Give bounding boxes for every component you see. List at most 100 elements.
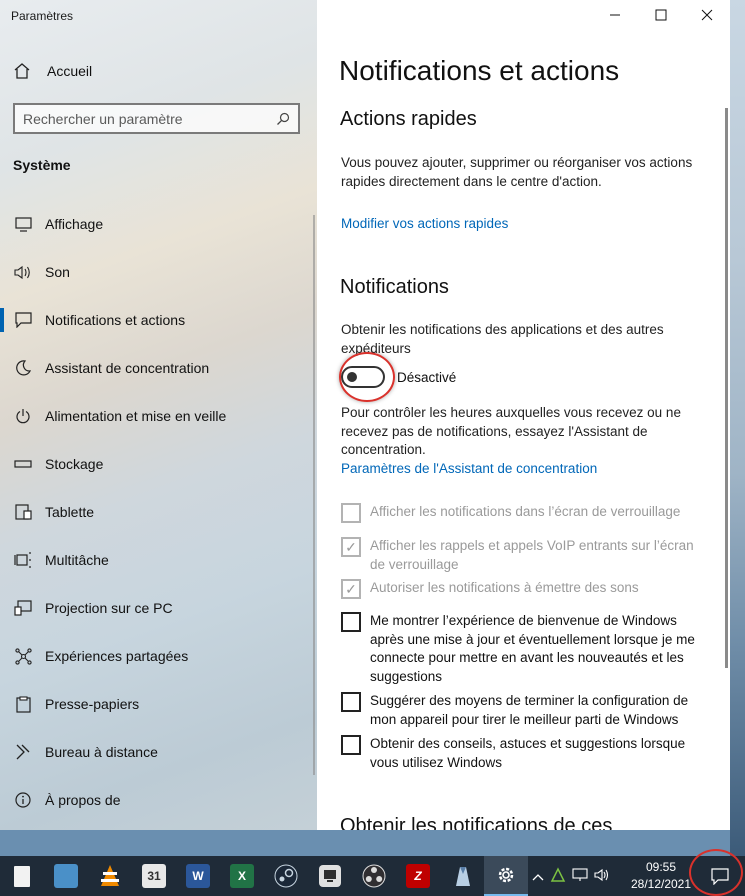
sidebar-item-notifications[interactable]: Notifications et actions [0,298,317,342]
checkbox[interactable] [341,612,361,632]
search-icon[interactable] [276,112,290,126]
content-pane: Notifications et actions Actions rapides… [317,0,730,830]
sidebar-scrollbar[interactable] [313,215,315,775]
next-section-heading: Obtenir les notifications de ces [340,815,613,830]
taskbar: 31 W X Z 09:55 28/12/2021 [0,856,745,896]
notifications-toggle-label: Obtenir les notifications des applicatio… [341,322,664,356]
taskbar-app[interactable]: X [220,856,264,896]
search-input[interactable] [23,110,276,127]
settings-window: Paramètres Accueil Système Affichage Son [0,0,730,830]
checkbox[interactable] [341,735,361,755]
sidebar-item-label: Tablette [45,504,95,520]
home-icon [14,63,30,79]
sidebar-item-son[interactable]: Son [0,250,317,294]
checkbox-row[interactable]: ✓ Autoriser les notifications à émettre … [341,579,711,599]
taskbar-app[interactable] [88,856,132,896]
file-icon [14,865,30,887]
taskbar-app[interactable] [352,856,396,896]
sidebar-item-affichage[interactable]: Affichage [0,202,317,246]
taskbar-app[interactable]: Z [396,856,440,896]
sidebar-item-bureau-distance[interactable]: Bureau à distance [0,730,317,774]
network-icon[interactable] [572,867,588,885]
sidebar-item-a-propos[interactable]: À propos de [0,778,317,822]
sidebar-item-experiences[interactable]: Expériences partagées [0,634,317,678]
sidebar-item-label: Presse-papiers [45,696,140,712]
excel-icon: X [230,864,254,888]
notification-icon [13,311,33,329]
sidebar-item-label: Notifications et actions [45,312,186,328]
taskbar-app-settings[interactable] [484,856,528,896]
photo-app-icon [54,864,78,888]
checkbox[interactable] [341,503,361,523]
minimize-icon [610,14,620,16]
checkbox-label: Suggérer des moyens de terminer la confi… [370,693,689,727]
sidebar-item-label: Expériences partagées [45,648,189,664]
focus-assist-link[interactable]: Paramètres de l'Assistant de concentrati… [341,461,597,476]
checkbox-label: Obtenir des conseils, astuces et suggest… [370,736,686,770]
checkbox-row[interactable]: ✓ Afficher les rappels et appels VoIP en… [341,537,711,574]
home-button[interactable]: Accueil [13,62,92,80]
taskbar-app[interactable] [264,856,308,896]
checkbox-checked[interactable]: ✓ [341,579,361,599]
sidebar-item-tablette[interactable]: Tablette [0,490,317,534]
volume-icon[interactable] [594,868,610,885]
sidebar-item-label: Multitâche [45,552,109,568]
calendar-icon: 31 [142,864,166,888]
taskbar-app[interactable]: 31 [132,856,176,896]
home-label: Accueil [47,63,93,79]
checkbox-row[interactable]: Afficher les notifications dans l’écran … [341,503,711,523]
filezilla-icon: Z [406,864,430,888]
minimize-button[interactable] [592,0,638,30]
word-icon: W [186,864,210,888]
clock-date: 28/12/2021 [630,877,692,891]
remote-icon [319,865,341,887]
sidebar-item-label: Alimentation et mise en veille [45,408,227,424]
taskbar-app[interactable] [44,856,88,896]
checkbox-checked[interactable]: ✓ [341,537,361,557]
checkbox-label: Afficher les notifications dans l’écran … [370,504,681,519]
sidebar-item-concentration[interactable]: Assistant de concentration [0,346,317,390]
settings-icon [498,867,514,883]
taskbar-app[interactable] [0,856,44,896]
system-tray [532,856,610,896]
checkbox-label: Autoriser les notifications à émettre de… [370,580,639,595]
power-icon [13,407,33,425]
toggle-state-label: Désactivé [397,369,457,385]
checkbox-row[interactable]: Me montrer l’expérience de bienvenue de … [341,612,711,686]
vlc-icon [101,865,119,886]
app-title: Paramètres [11,9,74,23]
remote-desktop-icon [13,743,33,761]
info-icon [13,791,33,809]
page-title: Notifications et actions [339,55,620,86]
obs-icon [362,864,386,888]
moon-icon [13,359,33,377]
taskbar-app[interactable]: W [176,856,220,896]
close-button[interactable] [684,0,730,30]
window-controls [592,0,730,30]
taskbar-app[interactable] [308,856,352,896]
sidebar-item-alimentation[interactable]: Alimentation et mise en veille [0,394,317,438]
sidebar-item-label: Assistant de concentration [45,360,210,376]
display-icon [13,215,33,233]
checkbox-label: Afficher les rappels et appels VoIP entr… [370,538,694,572]
checkbox-row[interactable]: Obtenir des conseils, astuces et suggest… [341,735,711,772]
checkbox-row[interactable]: Suggérer des moyens de terminer la confi… [341,692,711,729]
sidebar-item-label: Stockage [45,456,104,472]
clock-time: 09:55 [645,860,677,874]
clock[interactable]: 09:55 28/12/2021 [628,859,694,893]
checkbox[interactable] [341,692,361,712]
maximize-button[interactable] [638,0,684,30]
section-heading: Système [13,157,71,173]
sidebar-item-label: Projection sur ce PC [45,600,173,616]
tray-app-icon[interactable] [550,866,566,886]
sidebar-item-projection[interactable]: Projection sur ce PC [0,586,317,630]
content-scrollbar[interactable] [725,108,728,668]
chevron-up-icon[interactable] [532,869,544,884]
sidebar-item-multitache[interactable]: Multitâche [0,538,317,582]
search-box[interactable] [13,103,300,134]
sidebar-item-stockage[interactable]: Stockage [0,442,317,486]
edit-quick-actions-link[interactable]: Modifier vos actions rapides [341,216,508,231]
taskbar-app[interactable] [440,856,484,896]
checkbox-label: Me montrer l’expérience de bienvenue de … [370,613,695,684]
sidebar-item-presse-papiers[interactable]: Presse-papiers [0,682,317,726]
